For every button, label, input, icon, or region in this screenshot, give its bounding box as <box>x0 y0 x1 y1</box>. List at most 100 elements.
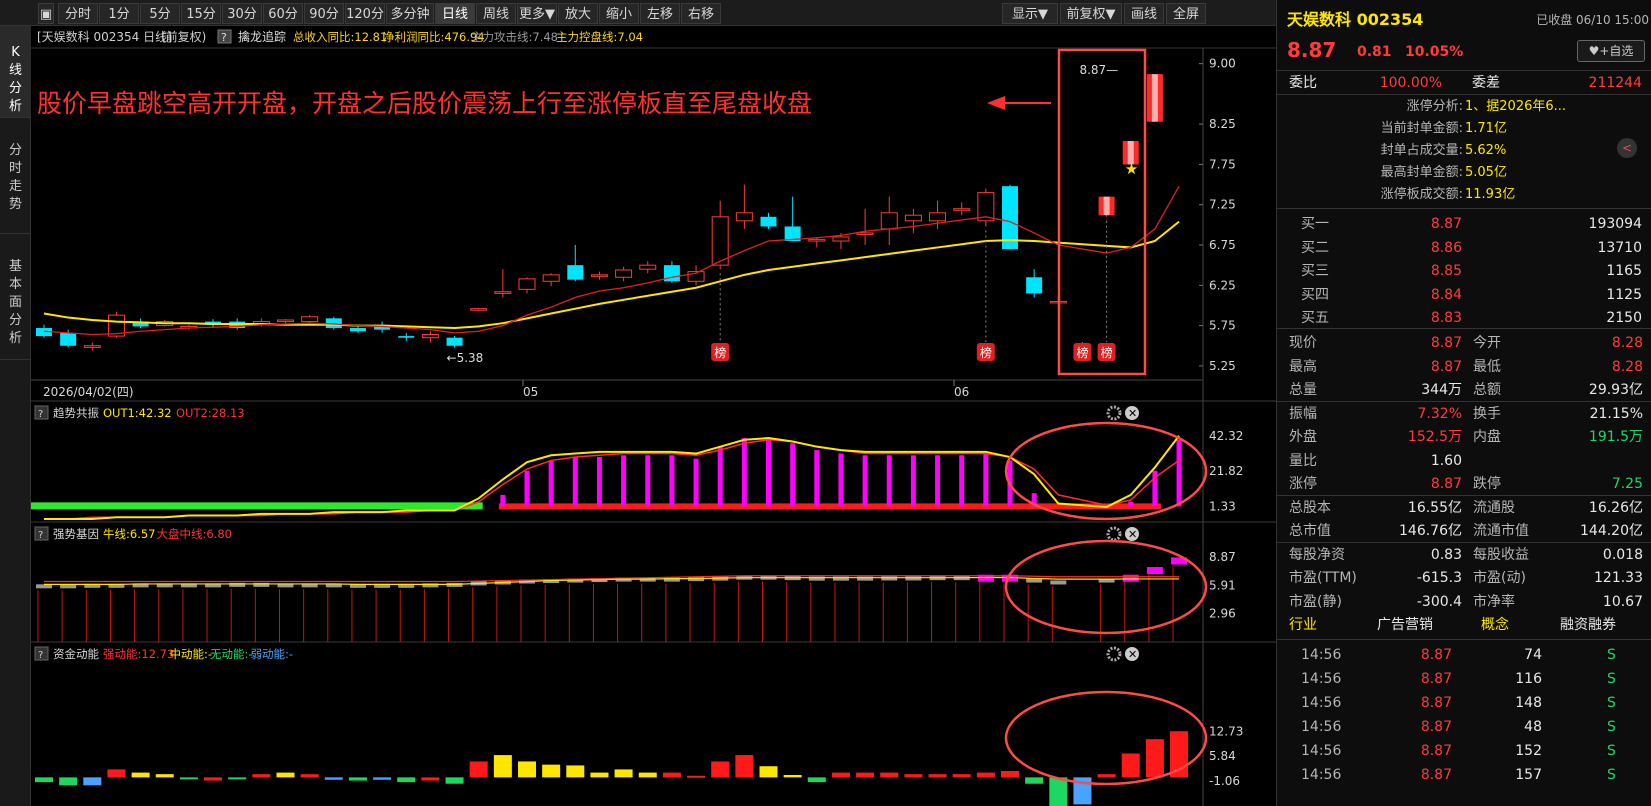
quote-value: 0.83 <box>1430 546 1462 563</box>
energy-bar <box>276 772 295 778</box>
period-tab-3[interactable]: 15分 <box>181 3 221 24</box>
energy-bar <box>324 777 343 780</box>
panel-field: OUT2:28.13 <box>176 406 245 420</box>
bid-price: 8.86 <box>1430 239 1462 256</box>
candle-body <box>301 316 319 323</box>
candle-body <box>735 212 753 222</box>
bid-price: 8.84 <box>1430 286 1462 303</box>
side-tabs: K线分析 分时走势 基本面分析 <box>0 26 31 806</box>
period-tab-5[interactable]: 60分 <box>263 3 303 24</box>
add-watchlist-button[interactable]: ♥+自选 <box>1577 40 1645 62</box>
quote-label: 换手 <box>1473 405 1501 422</box>
tick-price: 8.87 <box>1420 743 1452 759</box>
y-tick-label: 7.25 <box>1209 198 1236 212</box>
candle-body <box>832 236 850 242</box>
trend-bar <box>741 438 747 507</box>
energy-bar <box>1121 753 1140 778</box>
quote-value: 144.20亿 <box>1580 523 1643 539</box>
candle-body <box>904 214 922 222</box>
side-tab-1[interactable]: 分时走势 <box>0 118 31 234</box>
panel-title: 趋势共振 <box>53 406 99 420</box>
period-tab-15[interactable]: 右移 <box>681 3 721 24</box>
quote-label <box>1473 449 1551 473</box>
period-tab-1[interactable]: 1分 <box>99 3 139 24</box>
energy-bar <box>928 774 947 778</box>
toolbar-right-0[interactable]: 显示▼ <box>1002 3 1058 24</box>
tick-time: 14:56 <box>1301 767 1342 783</box>
trend-bar <box>814 450 820 507</box>
side-tab-0[interactable]: K线分析 <box>0 26 31 118</box>
period-tab-12[interactable]: 放大 <box>558 3 598 24</box>
candle-body <box>542 274 560 282</box>
quote-value: 8.28 <box>1611 335 1643 351</box>
quote-value: 0.018 <box>1602 546 1643 563</box>
energy-bar <box>373 777 392 780</box>
x-axis-tick: 05 <box>523 385 538 399</box>
toolbar-right-2[interactable]: 画线 <box>1124 3 1164 24</box>
period-tab-10[interactable]: 周线 <box>476 3 516 24</box>
tick-price: 8.87 <box>1420 647 1452 663</box>
period-tab-7[interactable]: 120分 <box>345 3 385 24</box>
bid-label: 买二 <box>1301 239 1329 256</box>
trend-bar <box>790 443 796 507</box>
stock-header: [天娱数科 002354 日线] <box>37 29 172 44</box>
trend-bar <box>1176 439 1182 507</box>
green-band <box>31 502 483 510</box>
energy-bar <box>469 761 488 778</box>
energy-bar <box>397 777 416 783</box>
period-tab-14[interactable]: 左移 <box>640 3 680 24</box>
trend-bar <box>500 494 506 507</box>
period-tab-2[interactable]: 5分 <box>140 3 180 24</box>
period-tab-8[interactable]: 多分钟 <box>386 3 434 24</box>
trend-tick: 21.82 <box>1209 464 1243 478</box>
gene-bar <box>1146 567 1163 575</box>
tick-price: 8.87 <box>1420 719 1452 735</box>
industry-value[interactable]: 广告营销 <box>1377 613 1467 637</box>
toolbar-right-1[interactable]: 前复权▼ <box>1060 3 1122 24</box>
period-tab-4[interactable]: 30分 <box>222 3 262 24</box>
energy-bar <box>711 761 730 778</box>
tick-time: 14:56 <box>1301 743 1342 759</box>
collapse-arrow-icon[interactable]: < <box>1617 138 1637 158</box>
toolbar-right-3[interactable]: 全屏 <box>1166 3 1206 24</box>
quote-label: 量比 <box>1289 452 1317 469</box>
energy-bar <box>155 774 174 778</box>
y-tick-label: 6.75 <box>1209 238 1236 252</box>
energy-bar <box>35 777 53 783</box>
energy-bar <box>856 772 875 778</box>
concept-value[interactable]: 融资融券 <box>1560 613 1650 637</box>
energy-bar <box>493 755 512 778</box>
energy-bar <box>348 777 367 781</box>
tick-price: 8.87 <box>1420 695 1452 711</box>
help-icon[interactable]: ? <box>221 31 227 44</box>
period-tab-9[interactable]: 日线 <box>435 3 475 24</box>
weibi-value: 100.00% <box>1379 75 1442 91</box>
period-tab-13[interactable]: 缩小 <box>599 3 639 24</box>
tick-time: 14:56 <box>1301 671 1342 687</box>
bang-label: 榜 <box>1101 345 1113 360</box>
energy-bar <box>179 777 198 780</box>
quote-label: 市净率 <box>1473 593 1515 610</box>
energy-bar <box>1049 777 1068 806</box>
panel-title: 资金动能 <box>53 647 99 661</box>
energy-bar <box>421 777 440 781</box>
period-tab-11[interactable]: 更多▼ <box>517 3 557 24</box>
svg-text:?: ? <box>38 650 43 661</box>
last-price: 8.87 <box>1287 38 1337 62</box>
tick-side: S <box>1607 767 1616 783</box>
quote-value: 152.5万 <box>1407 429 1462 445</box>
period-tab-6[interactable]: 90分 <box>304 3 344 24</box>
period-tab-0[interactable]: 分时 <box>58 3 98 24</box>
quote-label: 市盈(静) <box>1289 593 1342 610</box>
bid-price: 8.87 <box>1430 216 1462 232</box>
bid-label: 买四 <box>1301 286 1329 303</box>
panel-field: 牛线:6.57 <box>103 527 155 541</box>
quote-value: -615.3 <box>1416 570 1462 586</box>
tick-side: S <box>1607 671 1616 687</box>
side-tab-2[interactable]: 基本面分析 <box>0 234 31 360</box>
candle-highlight <box>1151 74 1158 122</box>
collapse-icon[interactable]: ▣ <box>38 3 54 24</box>
energy-bar <box>566 765 585 778</box>
trend-bar <box>524 470 530 507</box>
energy-bar <box>952 774 971 778</box>
